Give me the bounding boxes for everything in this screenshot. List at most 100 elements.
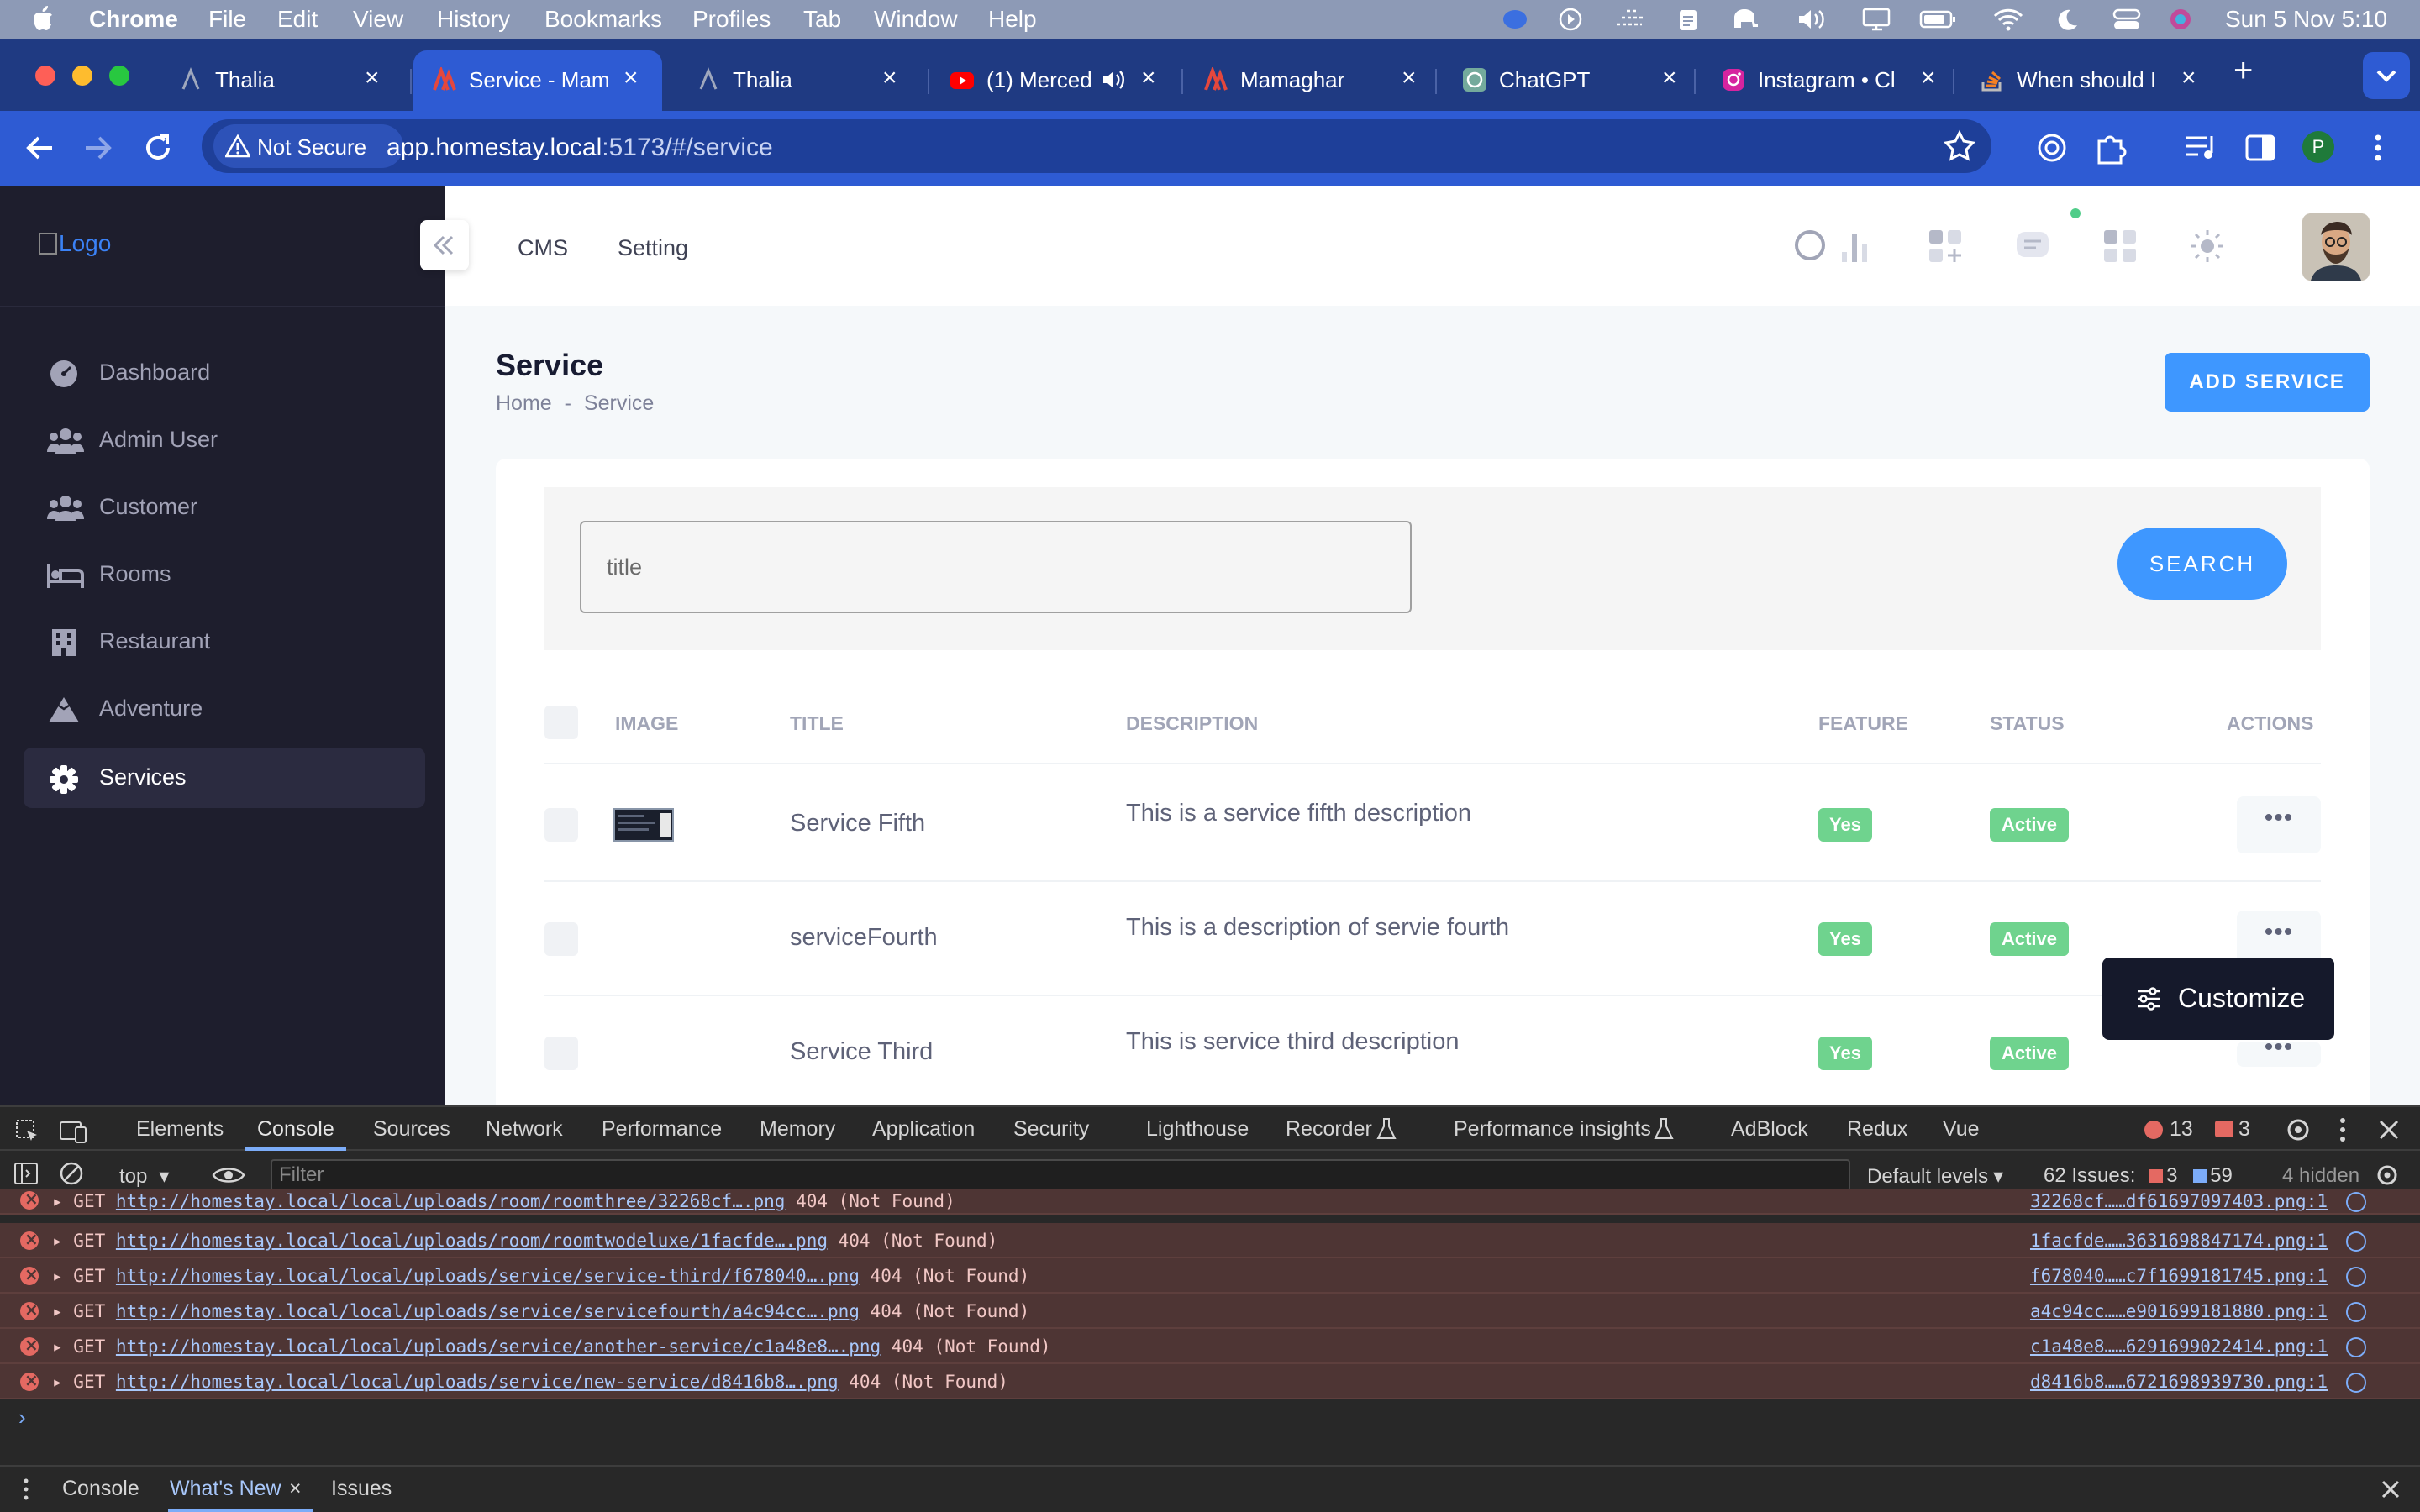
search-icon[interactable]: [1791, 227, 1830, 265]
profile-avatar-button[interactable]: P: [2302, 131, 2334, 163]
sidebar-toggle-icon[interactable]: [13, 1161, 39, 1186]
row-checkbox[interactable]: [544, 922, 578, 956]
devtools-tab-elements[interactable]: Elements: [136, 1117, 224, 1142]
bar-chart-icon[interactable]: [1837, 227, 1876, 265]
browser-tab[interactable]: Instagram • Cl ×: [1702, 50, 1954, 111]
sidebar-item-rooms[interactable]: Rooms: [24, 544, 425, 605]
browser-tab[interactable]: (1) Merced ×: [931, 50, 1183, 111]
drawer-menu-icon[interactable]: [22, 1477, 30, 1502]
logo-broken-image[interactable]: Logo: [39, 230, 111, 257]
close-icon[interactable]: ×: [1402, 64, 1417, 92]
sun-theme-icon[interactable]: [2188, 227, 2227, 265]
devtools-tab-vue[interactable]: Vue: [1943, 1117, 1980, 1142]
url-text[interactable]: app.homestay.local:5173/#/service: [387, 134, 773, 162]
drawer-tab-whats-new[interactable]: What's New: [170, 1477, 281, 1501]
close-icon[interactable]: ×: [1141, 64, 1156, 92]
globe-icon[interactable]: [2346, 1373, 2366, 1393]
browser-tab[interactable]: Mamaghar ×: [1185, 50, 1437, 111]
nav-cms[interactable]: CMS: [518, 235, 568, 261]
log-url[interactable]: http://homestay.local/local/uploads/serv…: [116, 1266, 860, 1286]
battery-icon[interactable]: [1919, 8, 1955, 31]
menu-file[interactable]: File: [208, 6, 246, 33]
devtools-tab-recorder[interactable]: Recorder: [1286, 1117, 1372, 1142]
log-source-link[interactable]: c1a48e8……6291699022414.png:1: [2030, 1336, 2328, 1357]
extensions-puzzle-icon[interactable]: [2092, 129, 2129, 166]
clear-console-icon[interactable]: [59, 1161, 84, 1186]
minimize-window-button[interactable]: [72, 66, 92, 86]
devtools-tab-console[interactable]: Console: [257, 1117, 334, 1142]
console-error-row[interactable]: ▸ GET http://homestay.local/local/upload…: [0, 1294, 2420, 1329]
sidebar-item-admin-user[interactable]: Admin User: [24, 410, 425, 470]
close-icon[interactable]: ×: [1921, 64, 1936, 92]
chat-message-icon[interactable]: [2013, 227, 2052, 265]
menu-profiles[interactable]: Profiles: [692, 6, 771, 33]
browser-tab[interactable]: ChatGPT ×: [1444, 50, 1696, 111]
devtools-more-icon[interactable]: [2338, 1116, 2348, 1144]
tab-search-chevron-down-icon[interactable]: [2363, 52, 2410, 99]
control-center-icon[interactable]: [2112, 8, 2141, 31]
breadcrumb-home[interactable]: Home: [496, 391, 552, 415]
log-url[interactable]: http://homestay.local/local/uploads/serv…: [116, 1372, 839, 1392]
devtools-tab-performance[interactable]: Performance: [602, 1117, 722, 1142]
display-icon[interactable]: [1862, 8, 1891, 31]
console-prompt-caret-icon[interactable]: ›: [18, 1404, 26, 1431]
log-url[interactable]: http://homestay.local/local/uploads/serv…: [116, 1336, 881, 1357]
wind-icon[interactable]: [1615, 8, 1644, 31]
log-url[interactable]: http://homestay.local/local/uploads/room…: [116, 1191, 786, 1211]
speaker-icon[interactable]: [1101, 67, 1126, 92]
clipboard-icon[interactable]: [1676, 8, 1701, 31]
globe-icon[interactable]: [2346, 1337, 2366, 1357]
menu-bookmarks[interactable]: Bookmarks: [544, 6, 662, 33]
nav-setting[interactable]: Setting: [618, 235, 688, 261]
select-all-checkbox[interactable]: [544, 706, 578, 739]
error-count[interactable]: 13: [2170, 1117, 2193, 1142]
close-icon[interactable]: ×: [365, 64, 380, 92]
devtools-tab-sources[interactable]: Sources: [373, 1117, 450, 1142]
devtools-tab-security[interactable]: Security: [1013, 1117, 1089, 1142]
console-error-row[interactable]: ▸ GET http://homestay.local/local/upload…: [0, 1364, 2420, 1399]
menu-history[interactable]: History: [437, 6, 510, 33]
browser-tab[interactable]: Thalia ×: [160, 50, 412, 111]
apple-logo-icon[interactable]: [30, 5, 54, 32]
browser-tab[interactable]: When should I ×: [1961, 50, 2213, 111]
forward-arrow-icon[interactable]: [81, 131, 114, 165]
back-arrow-icon[interactable]: [24, 131, 57, 165]
moon-icon[interactable]: [2054, 8, 2079, 31]
warning-count[interactable]: 3: [2238, 1117, 2250, 1142]
log-source-link[interactable]: a4c94cc……e901699181880.png:1: [2030, 1301, 2328, 1321]
close-icon[interactable]: ×: [1662, 64, 1677, 92]
status-blob-icon[interactable]: [1502, 8, 1528, 31]
bookmark-star-icon[interactable]: [1943, 129, 1976, 163]
log-source-link[interactable]: f678040……c7f1699181745.png:1: [2030, 1266, 2328, 1286]
close-icon[interactable]: ×: [2181, 64, 2196, 92]
row-actions-button[interactable]: •••: [2237, 1035, 2321, 1067]
console-error-row[interactable]: ▸ GET http://homestay.local/local/upload…: [0, 1258, 2420, 1294]
menubar-clock[interactable]: Sun 5 Nov 5:10: [2225, 6, 2387, 33]
row-actions-button[interactable]: •••: [2237, 796, 2321, 853]
zoom-window-button[interactable]: [109, 66, 129, 86]
extension-target-icon[interactable]: [2033, 129, 2070, 166]
globe-icon[interactable]: [2346, 1267, 2366, 1287]
log-url[interactable]: http://homestay.local/local/uploads/serv…: [116, 1301, 860, 1321]
menu-window[interactable]: Window: [874, 6, 958, 33]
close-icon[interactable]: ×: [623, 64, 639, 92]
console-error-row[interactable]: ▸ GET http://homestay.local/local/upload…: [0, 1223, 2420, 1258]
drawer-close-icon[interactable]: [2380, 1478, 2402, 1500]
add-grid-icon[interactable]: [1926, 227, 1965, 265]
console-error-row[interactable]: ▸ GET http://homestay.local/local/upload…: [0, 1329, 2420, 1364]
globe-icon[interactable]: [2346, 1302, 2366, 1322]
menu-tab[interactable]: Tab: [803, 6, 841, 33]
new-tab-plus-icon[interactable]: +: [2233, 52, 2253, 90]
reload-icon[interactable]: [141, 131, 175, 165]
log-source-link[interactable]: 1facfde……3631698847174.png:1: [2030, 1231, 2328, 1251]
close-icon[interactable]: ×: [882, 64, 897, 92]
log-source-link[interactable]: 32268cf……df61697097403.png:1: [2030, 1191, 2328, 1211]
site-info-button[interactable]: Not Secure: [213, 124, 403, 168]
play-circle-icon[interactable]: [1558, 8, 1583, 31]
sidebar-item-adventure[interactable]: Adventure: [24, 679, 425, 739]
apps-grid-icon[interactable]: [2101, 227, 2139, 265]
log-source-link[interactable]: d8416b8……6721698939730.png:1: [2030, 1372, 2328, 1392]
devtools-tab-performance-insights[interactable]: Performance insights: [1454, 1117, 1651, 1142]
address-bar[interactable]: Not Secure app.homestay.local:5173/#/ser…: [202, 119, 1991, 173]
menu-view[interactable]: View: [353, 6, 403, 33]
